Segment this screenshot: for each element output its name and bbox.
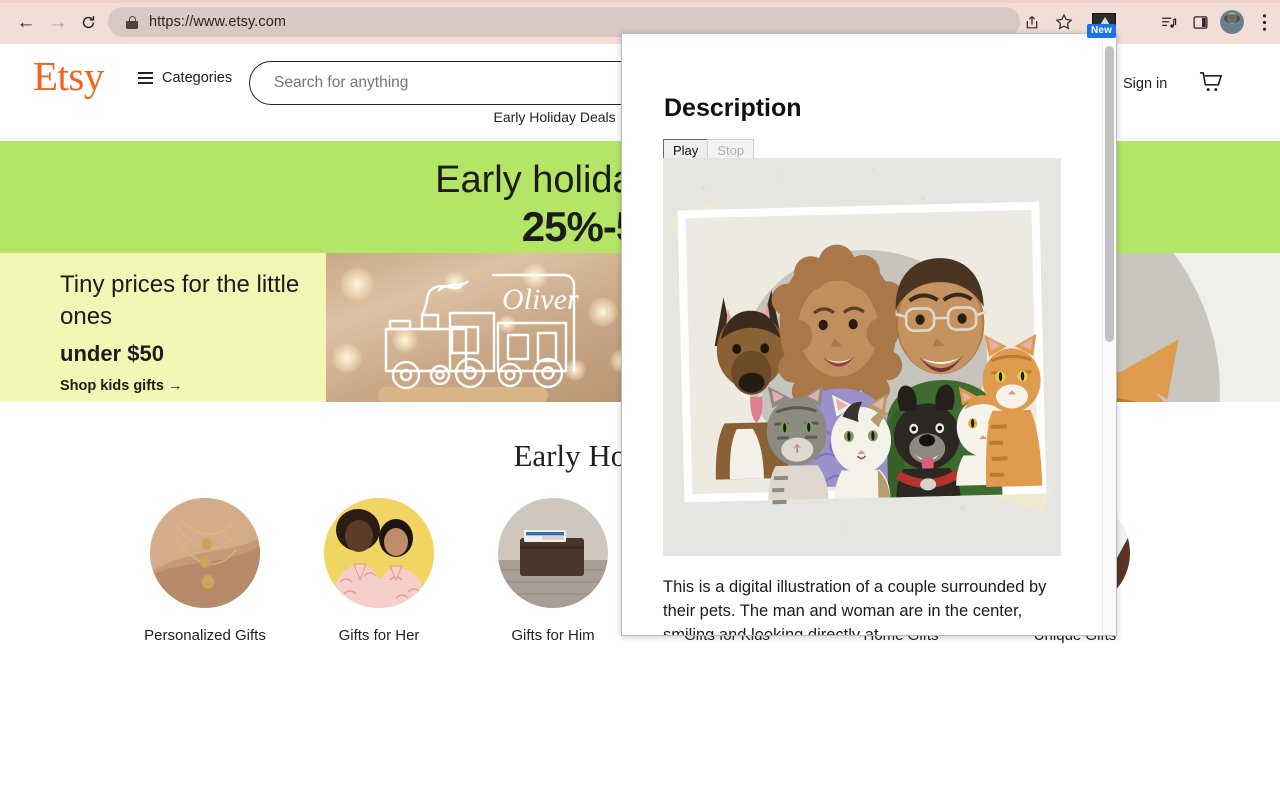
popup-illustration <box>663 158 1061 556</box>
side-panel-icon <box>1192 15 1208 29</box>
description-popup: Description Play Stop This is a digital … <box>621 33 1117 636</box>
kids-promo-card[interactable]: Tiny prices for the little ones under $5… <box>0 253 326 402</box>
forward-arrow-icon: → <box>48 11 68 33</box>
shopping-cart-icon <box>1199 72 1223 92</box>
personalized-gifts-image <box>150 498 260 608</box>
profile-button[interactable] <box>1218 8 1246 36</box>
url-text: https://www.etsy.com <box>149 14 287 30</box>
train-illustration: Oliver <box>378 273 579 402</box>
reload-button[interactable] <box>74 8 102 36</box>
category-item-gifts-for-him[interactable]: Gifts for Him <box>490 498 616 646</box>
popup-scrollbar-thumb[interactable] <box>1105 46 1114 342</box>
women-pajamas-photo <box>324 498 434 608</box>
kids-promo-subtitle: under $50 <box>60 341 164 366</box>
reading-list-button[interactable] <box>1154 8 1182 36</box>
categories-button[interactable]: Categories <box>138 70 232 86</box>
reading-list-icon <box>1161 17 1176 28</box>
category-label: Gifts for Her <box>338 627 420 644</box>
category-label: Gifts for Him <box>511 627 595 644</box>
couple-with-pets-illustration <box>663 158 1061 556</box>
gifts-for-her-image <box>324 498 434 608</box>
lock-icon <box>126 15 138 29</box>
popup-scrollbar[interactable] <box>1102 34 1116 635</box>
train-nightlight-photo[interactable]: Oliver <box>326 253 642 402</box>
sign-in-link[interactable]: Sign in <box>1123 76 1167 92</box>
necklace-photo <box>150 498 260 608</box>
reload-icon <box>82 15 94 28</box>
leather-wallet-photo <box>498 498 608 608</box>
popup-heading: Description <box>664 94 802 122</box>
three-dot-menu-icon <box>1262 13 1266 31</box>
forward-button[interactable]: → <box>44 8 72 36</box>
share-button[interactable] <box>1018 8 1046 36</box>
side-panel-button[interactable] <box>1186 8 1214 36</box>
category-item-personalized-gifts[interactable]: Personalized Gifts <box>142 498 268 646</box>
category-label: Personalized Gifts <box>144 627 266 644</box>
tab-strip-edge <box>0 0 1280 3</box>
chrome-menu-button[interactable] <box>1250 8 1278 36</box>
kids-promo-link[interactable]: Shop kids gifts → <box>60 378 182 394</box>
extension-new-badge: New <box>1087 24 1117 38</box>
categories-label: Categories <box>162 70 233 86</box>
gifts-for-him-image <box>498 498 608 608</box>
avatar-icon <box>1220 10 1244 34</box>
etsy-logo[interactable]: Etsy <box>33 56 104 97</box>
subnav-item-early-holiday-deals[interactable]: Early Holiday Deals <box>494 109 616 141</box>
back-button[interactable]: ← <box>12 8 40 36</box>
star-icon <box>1055 13 1073 30</box>
hamburger-icon <box>138 72 153 84</box>
popup-description-text: This is a digital illustration of a coup… <box>663 578 1047 636</box>
svg-text:Oliver: Oliver <box>502 283 579 316</box>
cart-button[interactable] <box>1198 70 1225 100</box>
category-item-gifts-for-her[interactable]: Gifts for Her <box>316 498 442 646</box>
bookmark-button[interactable] <box>1050 8 1078 36</box>
kids-promo-title: Tiny prices for the little ones <box>60 271 300 330</box>
share-icon <box>1026 15 1038 28</box>
back-arrow-icon: ← <box>16 11 36 33</box>
